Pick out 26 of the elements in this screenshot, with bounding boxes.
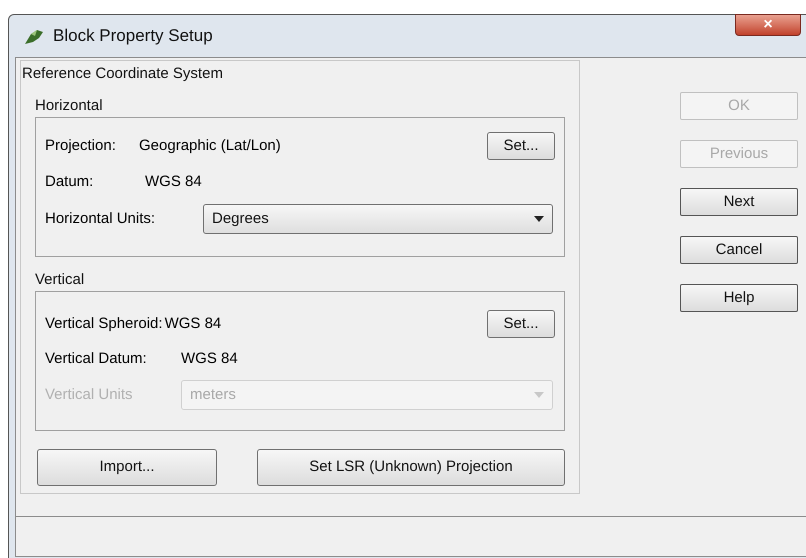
set-lsr-button[interactable]: Set LSR (Unknown) Projection xyxy=(257,449,565,486)
field-label: Horizontal Units: xyxy=(45,208,156,229)
set-button[interactable]: Set... xyxy=(487,132,555,160)
caret-icon xyxy=(534,216,544,222)
field-label: Datum: xyxy=(45,172,94,192)
datum-value: WGS 84 xyxy=(145,172,202,192)
field-label: Projection: xyxy=(45,136,117,156)
field-label: Vertical Datum: xyxy=(45,348,148,369)
import-button[interactable]: Import... xyxy=(37,449,217,486)
units-dropdown[interactable]: Degrees xyxy=(203,204,553,234)
dialog-button[interactable]: Cancel xyxy=(680,236,798,264)
spheroid-value: WGS 84 xyxy=(164,314,222,334)
field-label: Vertical Spheroid: xyxy=(45,314,163,334)
window-title: Block Property Setup xyxy=(53,25,213,48)
datum-value: WGS 84 xyxy=(181,348,238,369)
dropdown-value: meters xyxy=(190,384,236,405)
group-label: Reference Coordinate System xyxy=(22,65,224,83)
field-label: Vertical Units xyxy=(45,384,134,405)
dropdown-value: Degrees xyxy=(212,208,269,229)
projection-value: Geographic (Lat/Lon) xyxy=(139,136,282,156)
dialog-button[interactable]: Next xyxy=(680,188,798,216)
set-button[interactable]: Set... xyxy=(487,310,555,338)
dialog-button[interactable]: Help xyxy=(680,284,798,312)
group-label: Horizontal xyxy=(35,97,104,115)
caret-icon xyxy=(534,392,544,398)
group-label: Vertical xyxy=(35,271,86,289)
